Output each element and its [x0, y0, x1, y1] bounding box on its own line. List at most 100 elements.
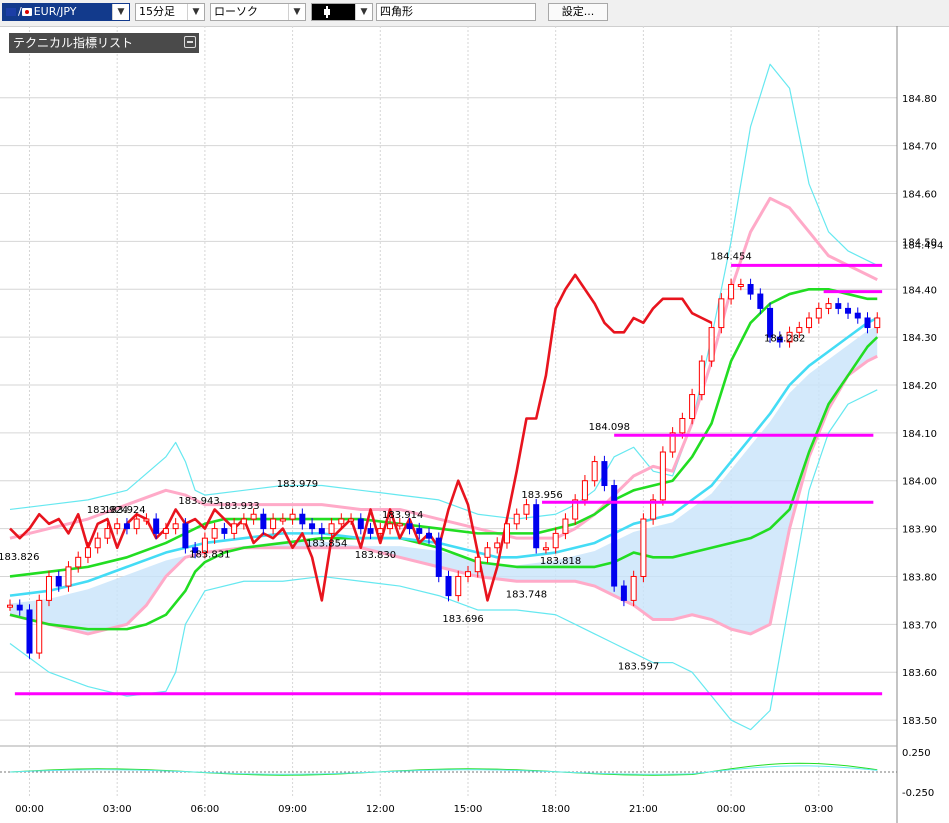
y-tick-label: 184.80	[902, 94, 937, 105]
candle-body	[747, 283, 754, 295]
price-chart[interactable]: 183.826183.924183.924183.943183.933183.8…	[0, 26, 949, 823]
price-annotation: 183.696	[442, 614, 483, 625]
candle-body	[728, 283, 735, 300]
bar-cursor-icon	[324, 6, 330, 18]
candle-body	[240, 518, 247, 525]
timeframe-label: 15分足	[139, 5, 175, 18]
candle-body	[581, 480, 588, 501]
candle-body	[270, 518, 277, 530]
candle-body	[708, 327, 715, 362]
candle-body	[474, 556, 481, 573]
oscillator-tick-label: -0.250	[902, 788, 934, 799]
price-annotation: 184.282	[764, 334, 805, 345]
chart-grid	[0, 26, 897, 796]
candle-body	[640, 518, 647, 577]
collapse-icon[interactable]	[184, 36, 196, 48]
price-annotation: 184.098	[589, 422, 630, 433]
candle-body	[796, 327, 803, 333]
candle-body	[94, 537, 101, 549]
candle-body	[45, 575, 52, 601]
price-annotation: 183.924	[104, 505, 145, 516]
oscillator-tick-label: 0.250	[902, 748, 931, 759]
candle-body	[503, 523, 510, 544]
indicator-list-panel[interactable]: テクニカル指標リスト	[9, 33, 199, 53]
chart-style-select[interactable]: ローソク ▼	[210, 3, 306, 21]
y-tick-label: 184.00	[902, 477, 937, 488]
candle-body	[815, 307, 822, 319]
candle-body	[426, 532, 433, 539]
y-tick-label: 184.10	[902, 429, 937, 440]
y-tick-label: 184.40	[902, 285, 937, 296]
candle-body	[513, 513, 520, 525]
cloud-area	[10, 325, 878, 634]
candle-body	[377, 528, 384, 534]
eu-flag-icon	[6, 8, 16, 16]
price-annotation: 183.597	[618, 662, 659, 673]
ichimoku-cloud	[10, 325, 878, 634]
candle-body	[211, 528, 218, 539]
x-tick-label: 21:00	[629, 804, 658, 815]
candle-body	[806, 317, 813, 329]
y-tick-label: 184.20	[902, 381, 937, 392]
chevron-down-icon: ▼	[288, 4, 305, 20]
candle-body	[611, 485, 618, 587]
candle-body	[387, 523, 394, 530]
price-annotation: 183.826	[0, 552, 39, 563]
chevron-down-icon: ▼	[355, 4, 372, 20]
candle-body	[231, 523, 238, 534]
candle-body	[620, 585, 627, 601]
x-tick-label: 03:00	[103, 804, 132, 815]
candle-body	[114, 523, 121, 530]
y-tick-label: 183.90	[902, 525, 937, 536]
chart-style-label: ローソク	[214, 5, 258, 18]
candle-body	[289, 513, 296, 520]
settings-label: 設定...	[561, 5, 595, 18]
candle-body	[104, 528, 111, 539]
candle-body	[845, 307, 852, 314]
candle-body	[367, 528, 374, 534]
candle-body	[26, 609, 33, 654]
timeframe-select[interactable]: 15分足 ▼	[135, 3, 205, 21]
x-tick-label: 06:00	[190, 804, 219, 815]
candle-body	[221, 528, 228, 534]
y-tick-label: 184.70	[902, 142, 937, 153]
candle-body	[406, 523, 413, 530]
candle-body	[36, 599, 43, 654]
candle-body	[494, 542, 501, 549]
candle-body	[435, 537, 442, 577]
candle-body	[309, 523, 316, 530]
x-tick-label: 09:00	[278, 804, 307, 815]
price-annotation: 183.830	[355, 550, 396, 561]
candle-body	[279, 518, 286, 522]
current-price-label: 184.494	[902, 240, 943, 251]
drawing-tool-select[interactable]: ▼	[311, 3, 373, 21]
candle-body	[153, 518, 160, 534]
candle-body	[562, 518, 569, 534]
price-annotation: 183.748	[506, 589, 547, 600]
drawing-shape-field[interactable]: 四角形	[376, 3, 536, 21]
price-annotation: 183.956	[521, 490, 562, 501]
y-tick-label: 183.80	[902, 572, 937, 583]
candle-body	[854, 312, 861, 319]
x-tick-label: 15:00	[454, 804, 483, 815]
settings-button[interactable]: 設定...	[548, 3, 608, 21]
candle-body	[679, 418, 686, 434]
drawing-shape-label: 四角形	[380, 5, 413, 18]
price-annotation: 183.914	[382, 510, 423, 521]
candle-body	[601, 461, 608, 487]
price-annotation: 183.854	[306, 539, 347, 550]
x-tick-label: 12:00	[366, 804, 395, 815]
candle-body	[133, 518, 140, 530]
candle-body	[55, 575, 62, 587]
candle-body	[484, 547, 491, 558]
price-annotation: 183.818	[540, 556, 581, 567]
candle-body	[552, 532, 559, 549]
candle-body	[445, 575, 452, 597]
currency-pair-select[interactable]: / EUR/JPY ▼	[2, 3, 130, 21]
candle-body	[689, 394, 696, 420]
candle-body	[84, 547, 91, 558]
candle-body	[338, 518, 345, 525]
candle-body	[874, 317, 881, 329]
price-annotation: 183.933	[218, 501, 259, 512]
currency-pair-label: EUR/JPY	[33, 5, 77, 18]
